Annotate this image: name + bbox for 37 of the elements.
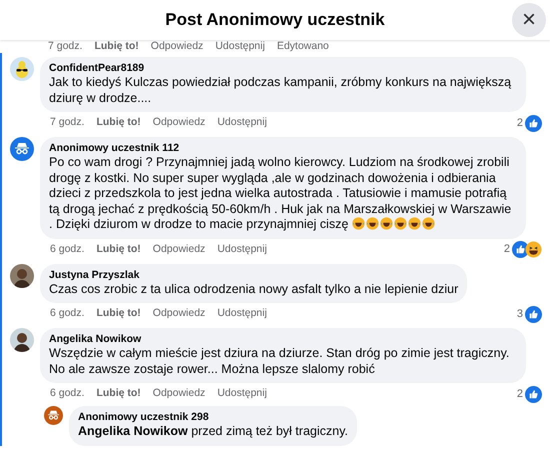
like-link[interactable]: Lubię to! [96,306,141,322]
reaction-count[interactable]: 2 [504,241,510,258]
edited-label: Edytowano [276,38,329,54]
comment-text: Po co wam drogi ? Przynajmniej jadą wolno kierowcy. Ludziom na środkowej zrobili drogę z kostki. No super super wygląda ,ale w godzinach dowożenia i odbierania dzieci z przedszkola to jest jedna wielka autostrada . Tatusiowie i mamusie potrafią tą drogą jechać z prędkością 50-60km/h . Huk jak na Marszałkowskiej w Warszawie . Dzięki dziurom w drodze to macie przynajmniej ciszę [49,155,512,232]
comment-text: Wszędzie w całym mieście jest dziura na dziurze. Stan dróg po zimie jest tragiczny. No ale zawsze zostaje rower... Można lepsze slalomy robić [49,346,510,377]
comment-author[interactable]: Anonimowy uczestnik 112 [49,142,517,155]
like-link[interactable]: Lubię to! [96,115,141,131]
share-link[interactable]: Udostępnij [217,115,267,131]
share-link[interactable]: Udostępnij [217,306,267,322]
reply-link[interactable]: Odpowiedz [152,386,206,402]
reply-link[interactable]: Odpowiedz [152,306,206,322]
comment-time[interactable]: 7 godz. [50,115,84,131]
dialog-title: Post Anonimowy uczestnik [165,9,385,32]
comment-time[interactable]: 7 godz. [48,38,82,54]
share-link[interactable]: Udostępnij [215,38,265,54]
reply-text: Angelika Nowikow przed zimą też był tragiczny. [78,424,348,440]
reply-author[interactable]: Anonimowy uczestnik 298 [78,411,348,424]
like-link[interactable]: Lubię to! [96,386,141,402]
comment-author[interactable]: Angelika Nowikow [49,333,517,346]
comment-author[interactable]: ConfidentPear8189 [49,62,517,75]
reaction-count[interactable]: 3 [516,306,523,322]
reaction-count[interactable]: 2 [516,114,523,132]
comment-time[interactable]: 6 godz. [50,386,84,402]
reply-link[interactable]: Odpowiedz [152,115,206,131]
comment-time[interactable]: 6 godz. [50,242,84,258]
like-link[interactable]: Lubię to! [96,242,141,258]
comment-time[interactable]: 6 godz. [50,306,84,322]
comment-text: Jak to kiedyś Kulczas powiedział podczas kampanii, zróbmy konkurs na największą dziurę w drodze.... [49,75,512,106]
reply-link[interactable]: Odpowiedz [150,38,204,54]
reply-link[interactable]: Odpowiedz [152,242,206,258]
share-link[interactable]: Udostępnij [217,242,267,258]
comment-author[interactable]: Justyna Przyszlak [49,268,458,282]
share-link[interactable]: Udostępnij [217,386,267,402]
comment-text: Czas cos zrobic z ta ulica odrodzenia nowy asfalt tylko a nie lepienie dziur [49,282,458,297]
close-button[interactable]: × [512,3,546,37]
reaction-count[interactable]: 2 [516,386,523,402]
like-link[interactable]: Lubię to! [94,38,139,54]
